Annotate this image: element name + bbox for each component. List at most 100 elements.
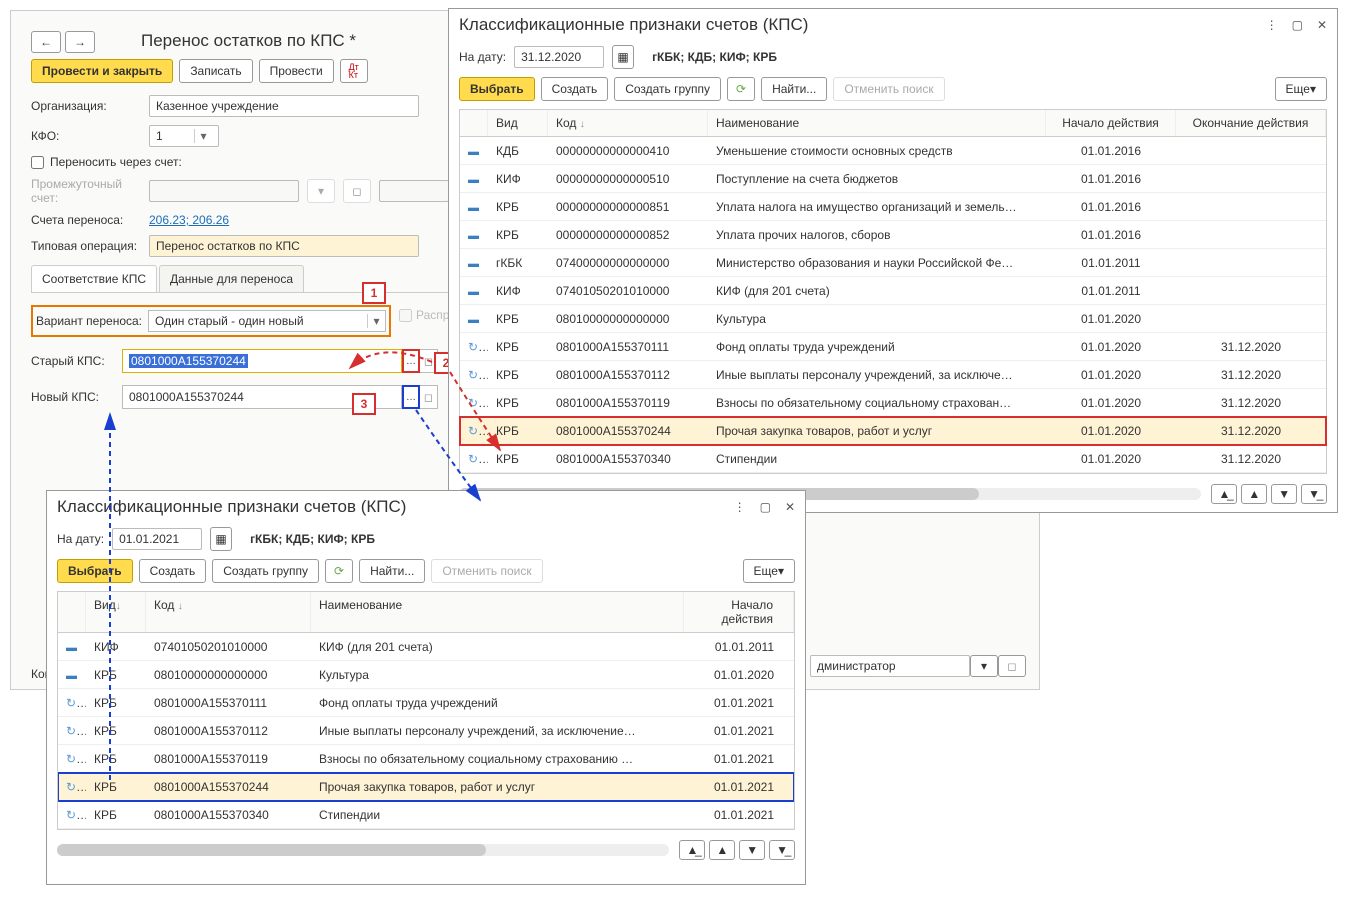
table-row[interactable]: ▬КРБ08010000000000000Культура01.01.2020 xyxy=(460,305,1326,333)
write-button[interactable]: Записать xyxy=(179,59,252,83)
dtkt-button[interactable]: ДтКт xyxy=(340,59,368,83)
table-row[interactable]: ↻ ▬КРБ0801000А155370111Фонд оплаты труда… xyxy=(58,689,794,717)
table-row[interactable]: ↻ ▬КРБ0801000А155370340Стипендии01.01.20… xyxy=(58,801,794,829)
table-row[interactable]: ↻ ▬КРБ0801000А155370244Прочая закупка то… xyxy=(58,773,794,801)
table-row[interactable]: ▬КРБ08010000000000000Культура01.01.2020 xyxy=(58,661,794,689)
table-row[interactable]: ▬КДБ00000000000000410Уменьшение стоимост… xyxy=(460,137,1326,165)
dialog-r-cal-button[interactable]: ▦ xyxy=(612,45,634,69)
grid-r-nav-down[interactable]: ▼ xyxy=(1271,484,1297,504)
dialog-r-refresh-button[interactable]: ⟳ xyxy=(727,77,755,101)
dialog-b-refresh-button[interactable]: ⟳ xyxy=(325,559,353,583)
grid-b-nav-down[interactable]: ▼ xyxy=(739,840,765,860)
inter-dd-1: ▾ xyxy=(307,179,335,203)
dialog-r-filter-text: гКБК; КДБ; КИФ; КРБ xyxy=(652,50,777,64)
dialog-r-cancel-find-button[interactable]: Отменить поиск xyxy=(833,77,944,101)
grid-r-nav-top[interactable]: ▲̲ xyxy=(1211,484,1237,504)
admin-field[interactable]: дминистратор xyxy=(810,655,970,677)
col-kod[interactable]: Код ↓ xyxy=(548,110,708,136)
dialog-b-menu-icon[interactable]: ⋮ xyxy=(734,500,746,514)
callout-1: 1 xyxy=(362,282,386,304)
org-label: Организация: xyxy=(31,99,141,113)
grid-b-nav-bottom[interactable]: ▼̲ xyxy=(769,840,795,860)
col-b-naim[interactable]: Наименование xyxy=(311,592,684,632)
table-row[interactable]: ↻ ▬КРБ0801000А155370119Взносы по обязате… xyxy=(58,745,794,773)
admin-open[interactable]: ◻ xyxy=(998,655,1026,677)
dialog-b-cal-button[interactable]: ▦ xyxy=(210,527,232,551)
nav-back-button[interactable]: ← xyxy=(31,31,61,53)
dialog-b-restore-icon[interactable]: ▢ xyxy=(760,500,771,514)
dialog-r-date-field[interactable]: 31.12.2020 xyxy=(514,46,604,68)
grid-b-nav-top[interactable]: ▲̲ xyxy=(679,840,705,860)
old-kps-open-button[interactable]: … xyxy=(402,349,420,373)
col-b-vid[interactable]: Вид↓ xyxy=(86,592,146,632)
dialog-b-close-icon[interactable]: ✕ xyxy=(785,500,795,514)
old-kps-field[interactable]: 0801000А155370244 xyxy=(122,349,402,373)
dialog-r-more-button[interactable]: Еще ▾ xyxy=(1275,77,1327,101)
col-naim[interactable]: Наименование xyxy=(708,110,1046,136)
kfo-label: КФО: xyxy=(31,129,141,143)
table-row[interactable]: ↻ ▬КРБ0801000А155370244Прочая закупка то… xyxy=(460,417,1326,445)
org-field[interactable]: Казенное учреждение xyxy=(149,95,419,117)
table-row[interactable]: ▬КИФ07401050201010000КИФ (для 201 счета)… xyxy=(460,277,1326,305)
tab-correspondence[interactable]: Соответствие КПС xyxy=(31,265,157,292)
kfo-field[interactable]: 1▾ xyxy=(149,125,219,147)
table-row[interactable]: ↻ ▬КРБ0801000А155370340Стипендии01.01.20… xyxy=(460,445,1326,473)
variant-select[interactable]: Один старый - один новый ▾ xyxy=(148,310,386,332)
table-row[interactable]: ▬КИФ00000000000000510Поступление на счет… xyxy=(460,165,1326,193)
nav-forward-button[interactable]: → xyxy=(65,31,95,53)
col-b-start[interactable]: Начало действия xyxy=(684,592,794,632)
dialog-r-grid: Вид Код ↓ Наименование Начало действия О… xyxy=(459,109,1327,474)
transfer-through-checkbox[interactable] xyxy=(31,156,44,169)
table-row[interactable]: ▬КИФ07401050201010000КИФ (для 201 счета)… xyxy=(58,633,794,661)
grid-b-nav-up[interactable]: ▲ xyxy=(709,840,735,860)
dialog-r-select-button[interactable]: Выбрать xyxy=(459,77,535,101)
process-close-button[interactable]: Провести и закрыть xyxy=(31,59,173,83)
dialog-r-title: Классификационные признаки счетов (КПС) xyxy=(459,15,808,35)
dialog-b-create-group-button[interactable]: Создать группу xyxy=(212,559,319,583)
dialog-b-hscroll[interactable] xyxy=(57,844,669,856)
col-end[interactable]: Окончание действия xyxy=(1176,110,1326,136)
inter-open-1: ◻ xyxy=(343,179,371,203)
table-row[interactable]: ↻ ▬КРБ0801000А155370111Фонд оплаты труда… xyxy=(460,333,1326,361)
variant-row: Вариант переноса: Один старый - один нов… xyxy=(31,305,391,337)
new-kps-ext-button[interactable]: ◻ xyxy=(420,385,438,409)
dialog-b-more-button[interactable]: Еще ▾ xyxy=(743,559,795,583)
col-b-kod[interactable]: Код ↓ xyxy=(146,592,311,632)
dialog-b-date-field[interactable]: 01.01.2021 xyxy=(112,528,202,550)
col-start[interactable]: Начало действия xyxy=(1046,110,1176,136)
typical-field[interactable]: Перенос остатков по КПС xyxy=(149,235,419,257)
dialog-r-menu-icon[interactable]: ⋮ xyxy=(1266,18,1278,32)
typical-label: Типовая операция: xyxy=(31,239,141,253)
dialog-r-create-button[interactable]: Создать xyxy=(541,77,609,101)
dialog-r-find-button[interactable]: Найти... xyxy=(761,77,827,101)
table-row[interactable]: ▬гКБК07400000000000000Министерство образ… xyxy=(460,249,1326,277)
table-row[interactable]: ▬КРБ00000000000000851Уплата налога на им… xyxy=(460,193,1326,221)
dialog-b-title: Классификационные признаки счетов (КПС) xyxy=(57,497,406,517)
new-kps-open-button[interactable]: … xyxy=(402,385,420,409)
dialog-b-select-button[interactable]: Выбрать xyxy=(57,559,133,583)
accounts-link[interactable]: 206.23; 206.26 xyxy=(149,213,229,227)
dialog-r-close-icon[interactable]: ✕ xyxy=(1317,18,1327,32)
table-row[interactable]: ↻ ▬КРБ0801000А155370112Иные выплаты перс… xyxy=(460,361,1326,389)
tab-data[interactable]: Данные для переноса xyxy=(159,265,304,292)
dialog-b-cancel-find-button[interactable]: Отменить поиск xyxy=(431,559,542,583)
process-button[interactable]: Провести xyxy=(259,59,334,83)
grid-r-nav-bottom[interactable]: ▼̲ xyxy=(1301,484,1327,504)
dialog-r-restore-icon[interactable]: ▢ xyxy=(1292,18,1303,32)
dialog-b-date-label: На дату: xyxy=(57,532,104,546)
dialog-b-grid: Вид↓ Код ↓ Наименование Начало действия … xyxy=(57,591,795,830)
col-vid[interactable]: Вид xyxy=(488,110,548,136)
table-row[interactable]: ▬КРБ00000000000000852Уплата прочих налог… xyxy=(460,221,1326,249)
dialog-r-create-group-button[interactable]: Создать группу xyxy=(614,77,721,101)
kps-dialog-old: Классификационные признаки счетов (КПС) … xyxy=(448,8,1338,513)
inter-label: Промежуточный счет: xyxy=(31,177,141,205)
grid-r-nav-up[interactable]: ▲ xyxy=(1241,484,1267,504)
dialog-b-create-button[interactable]: Создать xyxy=(139,559,207,583)
dialog-b-find-button[interactable]: Найти... xyxy=(359,559,425,583)
dialog-r-date-label: На дату: xyxy=(459,50,506,64)
admin-dd[interactable]: ▾ xyxy=(970,655,998,677)
table-row[interactable]: ↻ ▬КРБ0801000А155370119Взносы по обязате… xyxy=(460,389,1326,417)
kps-dialog-new: Классификационные признаки счетов (КПС) … xyxy=(46,490,806,885)
table-row[interactable]: ↻ ▬КРБ0801000А155370112Иные выплаты перс… xyxy=(58,717,794,745)
old-kps-label: Старый КПС: xyxy=(31,354,116,368)
